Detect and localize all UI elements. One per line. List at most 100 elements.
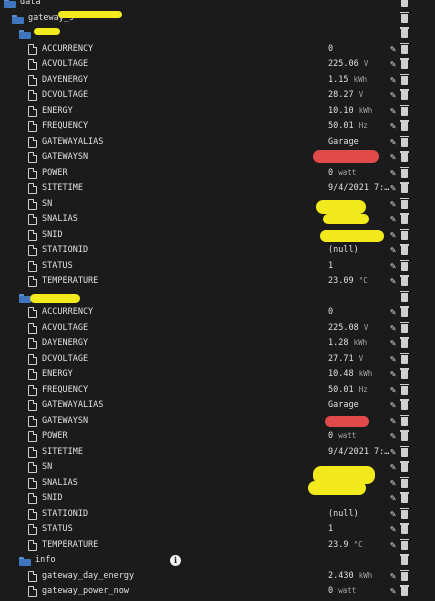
tree-item[interactable]: STATUS 1 ✎ <box>0 523 435 539</box>
edit-pencil-icon[interactable]: ✎ <box>388 338 398 350</box>
edit-pencil-icon[interactable]: ✎ <box>388 59 398 71</box>
edit-pencil-icon[interactable]: ✎ <box>388 540 398 552</box>
edit-pencil-icon[interactable]: ✎ <box>388 75 398 87</box>
tree-item[interactable]: ENERGY 10.10 kWh ✎ <box>0 104 435 121</box>
edit-pencil-icon[interactable]: ✎ <box>388 214 398 226</box>
edit-pencil-icon[interactable]: ✎ <box>388 400 398 412</box>
tree-folder-data[interactable]: data <box>0 0 435 12</box>
tree-item[interactable]: SNALIAS ✎ <box>0 213 435 229</box>
tree-item[interactable]: ACVOLTAGE 225.08 V ✎ <box>0 321 435 338</box>
tree-item[interactable]: FREQUENCY 50.01 Hz ✎ <box>0 383 435 400</box>
edit-pencil-icon[interactable]: ✎ <box>388 152 398 164</box>
tree-item[interactable]: ACVOLTAGE 225.06 V ✎ <box>0 58 435 74</box>
trash-icon[interactable] <box>400 569 409 581</box>
edit-pencil-icon[interactable]: ✎ <box>388 168 398 180</box>
edit-pencil-icon[interactable]: ✎ <box>388 245 398 257</box>
trash-icon[interactable] <box>401 0 408 7</box>
edit-pencil-icon[interactable]: ✎ <box>388 137 398 149</box>
trash-icon[interactable] <box>400 445 409 457</box>
tree-item[interactable]: DAYENERGY 1.15 kWh ✎ <box>0 73 435 90</box>
trash-icon[interactable] <box>400 228 409 240</box>
trash-icon[interactable] <box>400 120 409 131</box>
tree-item[interactable]: DCVOLTAGE 28.27 V ✎ <box>0 89 435 105</box>
trash-icon[interactable] <box>400 554 409 565</box>
edit-pencil-icon[interactable]: ✎ <box>388 121 398 133</box>
trash-icon[interactable] <box>400 414 409 426</box>
trash-icon[interactable] <box>400 58 409 69</box>
edit-pencil-icon[interactable]: ✎ <box>388 323 398 335</box>
edit-pencil-icon[interactable]: ✎ <box>388 447 398 459</box>
trash-icon[interactable] <box>400 507 409 519</box>
edit-pencil-icon[interactable]: ✎ <box>388 307 398 319</box>
folder-icon[interactable] <box>4 0 16 8</box>
trash-icon[interactable] <box>400 492 409 503</box>
trash-icon[interactable] <box>400 73 409 85</box>
trash-icon[interactable] <box>400 135 409 147</box>
edit-pencil-icon[interactable]: ✎ <box>388 369 398 381</box>
edit-pencil-icon[interactable]: ✎ <box>388 183 398 195</box>
tree-item[interactable]: DAYENERGY 1.28 kWh ✎ <box>0 337 435 353</box>
trash-icon[interactable] <box>400 399 409 410</box>
trash-icon[interactable] <box>400 306 409 317</box>
trash-icon[interactable] <box>400 337 409 348</box>
edit-pencil-icon[interactable]: ✎ <box>388 524 398 536</box>
trash-icon[interactable] <box>400 151 409 162</box>
edit-pencil-icon[interactable]: ✎ <box>388 385 398 397</box>
trash-icon[interactable] <box>400 321 409 333</box>
tree-item[interactable]: TEMPERATURE 23.09 °C ✎ <box>0 275 435 291</box>
edit-pencil-icon[interactable]: ✎ <box>388 586 398 598</box>
tree-item[interactable]: POWER 0 watt ✎ <box>0 166 435 183</box>
edit-pencil-icon[interactable]: ✎ <box>388 571 398 583</box>
tree-item[interactable]: GATEWAYALIAS Garage ✎ <box>0 399 435 415</box>
trash-icon[interactable] <box>400 213 409 224</box>
edit-pencil-icon[interactable]: ✎ <box>388 509 398 521</box>
tree-item[interactable]: POWER 0 watt ✎ <box>0 430 435 446</box>
tree-item[interactable]: STATIONID (null) ✎ <box>0 507 435 524</box>
trash-icon[interactable] <box>400 27 409 38</box>
edit-pencil-icon[interactable]: ✎ <box>388 90 398 102</box>
trash-icon[interactable] <box>400 430 409 441</box>
trash-icon[interactable] <box>400 11 409 23</box>
edit-pencil-icon[interactable]: ✎ <box>388 462 398 474</box>
tree-item[interactable]: SNID ✎ <box>0 492 435 508</box>
trash-icon[interactable] <box>400 368 409 379</box>
trash-icon[interactable] <box>400 383 409 395</box>
tree-item[interactable]: STATUS 1 ✎ <box>0 259 435 276</box>
trash-icon[interactable] <box>400 197 409 209</box>
tree-item[interactable]: GATEWAYSN ✎ <box>0 414 435 431</box>
tree-item[interactable]: gateway_power_now 0 watt ✎ <box>0 585 435 601</box>
tree-item[interactable]: SITETIME 9/4/2021 7:… ✎ <box>0 445 435 462</box>
trash-icon[interactable] <box>400 259 409 271</box>
tree-item[interactable]: SITETIME 9/4/2021 7:… ✎ <box>0 182 435 198</box>
tree-item[interactable]: ENERGY 10.48 kWh ✎ <box>0 368 435 384</box>
trash-icon[interactable] <box>400 476 409 488</box>
trash-icon[interactable] <box>400 585 409 596</box>
trash-icon[interactable] <box>400 461 409 472</box>
tree-item[interactable]: gateway_day_energy 2.430 kWh ✎ <box>0 569 435 586</box>
trash-icon[interactable] <box>400 89 409 100</box>
tree-item[interactable]: SN ✎ <box>0 197 435 214</box>
edit-pencil-icon[interactable]: ✎ <box>388 276 398 288</box>
trash-icon[interactable] <box>400 182 409 193</box>
folder-icon[interactable] <box>19 557 31 566</box>
edit-pencil-icon[interactable]: ✎ <box>388 261 398 273</box>
edit-pencil-icon[interactable]: ✎ <box>388 431 398 443</box>
trash-icon[interactable] <box>400 104 409 116</box>
edit-pencil-icon[interactable]: ✎ <box>388 416 398 428</box>
trash-icon[interactable] <box>400 352 409 364</box>
edit-pencil-icon[interactable]: ✎ <box>388 199 398 211</box>
trash-icon[interactable] <box>400 290 409 302</box>
trash-icon[interactable] <box>400 42 409 54</box>
trash-icon[interactable] <box>400 166 409 178</box>
edit-pencil-icon[interactable]: ✎ <box>388 230 398 242</box>
edit-pencil-icon[interactable]: ✎ <box>388 493 398 505</box>
tree-item[interactable]: ACCURRENCY 0 ✎ <box>0 306 435 322</box>
edit-pencil-icon[interactable]: ✎ <box>388 478 398 490</box>
tree-folder-info[interactable]: info i <box>0 554 435 570</box>
tree-item[interactable]: ACCURRENCY 0 ✎ <box>0 42 435 59</box>
tree-item[interactable]: TEMPERATURE 23.9 °C ✎ <box>0 538 435 555</box>
trash-icon[interactable] <box>400 275 409 286</box>
folder-icon[interactable] <box>12 14 24 24</box>
trash-icon[interactable] <box>400 244 409 255</box>
info-icon[interactable]: i <box>170 555 181 566</box>
